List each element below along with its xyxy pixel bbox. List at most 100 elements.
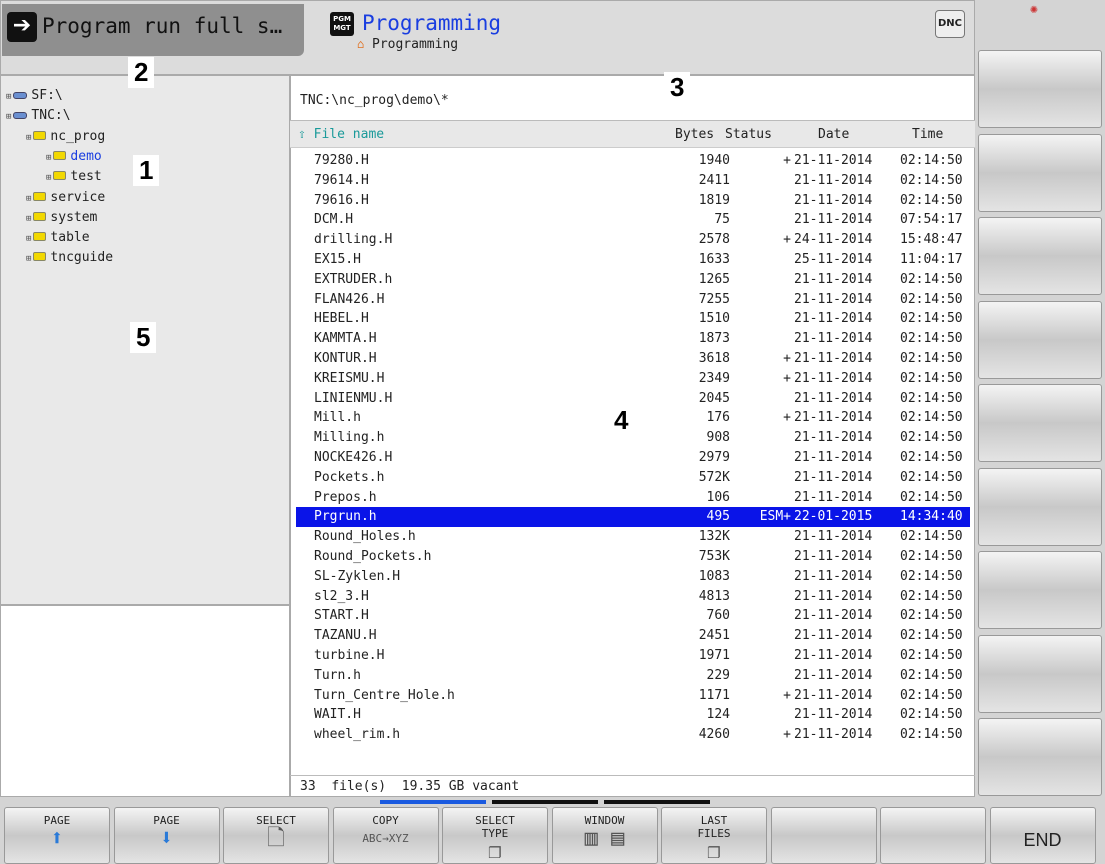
- vertical-softkey-2[interactable]: [978, 133, 1102, 212]
- file-row[interactable]: NOCKE426.H 2979 21-11-2014 02:14:50: [296, 448, 970, 468]
- file-name: sl2_3.H: [314, 588, 369, 604]
- file-row[interactable]: drilling.H 2578 +24-11-2014 15:48:47: [296, 230, 970, 250]
- vertical-softkey-1[interactable]: [978, 50, 1102, 128]
- softkey-copy-3[interactable]: COPY ABC→XYZ: [332, 807, 439, 864]
- vertical-softkey-8[interactable]: [978, 634, 1102, 713]
- file-row[interactable]: START.H 760 21-11-2014 02:14:50: [296, 606, 970, 626]
- file-bytes: 75: [714, 212, 730, 228]
- vertical-softkey-9[interactable]: [978, 718, 1102, 796]
- folder-icon: [53, 171, 67, 181]
- softkey-empty-8[interactable]: [880, 807, 986, 864]
- callout-5: 5: [130, 322, 157, 353]
- vertical-softkey-4[interactable]: [978, 300, 1102, 379]
- expand-icon[interactable]: ⊞: [26, 254, 31, 264]
- file-row[interactable]: HEBEL.H 1510 21-11-2014 02:14:50: [296, 309, 970, 329]
- col-time[interactable]: Time: [912, 127, 943, 142]
- dnc-button[interactable]: DNC: [935, 10, 965, 38]
- tree-item-ncprog[interactable]: ⊞ nc_prog: [26, 129, 105, 144]
- tree-item-demo[interactable]: ⊞ demo: [46, 149, 102, 164]
- mode-left-label: Program run full s…: [42, 14, 283, 38]
- file-row[interactable]: EX15.H 1633 25-11-2014 11:04:17: [296, 250, 970, 270]
- file-row[interactable]: 79616.H 1819 21-11-2014 02:14:50: [296, 191, 970, 211]
- softkey-empty-7[interactable]: [770, 807, 877, 864]
- file-date: 21-11-2014: [794, 172, 873, 188]
- expand-icon[interactable]: ⊞: [26, 194, 31, 204]
- tree-item-table[interactable]: ⊞ table: [26, 230, 90, 245]
- vertical-softkey-6[interactable]: [978, 467, 1102, 546]
- file-row[interactable]: Turn.h 229 21-11-2014 02:14:50: [296, 666, 970, 686]
- file-row[interactable]: wheel_rim.h 4260 +21-11-2014 02:14:50: [296, 725, 970, 745]
- file-date: 21-11-2014: [794, 568, 873, 584]
- file-row[interactable]: 79280.H 1940 +21-11-2014 02:14:50: [296, 151, 970, 171]
- file-row[interactable]: Round_Holes.h 132K 21-11-2014 02:14:50: [296, 527, 970, 547]
- expand-icon[interactable]: ⊞: [26, 214, 31, 224]
- file-row[interactable]: Pockets.h 572K 21-11-2014 02:14:50: [296, 468, 970, 488]
- col-status[interactable]: Status: [725, 127, 772, 142]
- file-row[interactable]: KONTUR.H 3618 +21-11-2014 02:14:50: [296, 349, 970, 369]
- tree-item-system[interactable]: ⊞ system: [26, 210, 97, 225]
- exit-arrow-icon: ➔: [7, 12, 37, 42]
- expand-icon[interactable]: ⊞: [46, 153, 51, 163]
- softkey-select-2[interactable]: SELECT 🗋: [223, 807, 329, 864]
- file-time: 11:04:17: [900, 252, 963, 267]
- vertical-softkey-3[interactable]: [978, 217, 1102, 295]
- file-date: 21-11-2014: [794, 410, 873, 426]
- file-row[interactable]: EXTRUDER.h 1265 21-11-2014 02:14:50: [296, 270, 970, 290]
- tree-item-service[interactable]: ⊞ service: [26, 190, 105, 205]
- file-row[interactable]: KREISMU.H 2349 +21-11-2014 02:14:50: [296, 369, 970, 389]
- col-bytes[interactable]: Bytes: [675, 127, 714, 142]
- file-row[interactable]: Round_Pockets.h 753K 21-11-2014 02:14:50: [296, 547, 970, 567]
- file-row[interactable]: SL-Zyklen.H 1083 21-11-2014 02:14:50: [296, 567, 970, 587]
- vertical-softkey-5[interactable]: [978, 384, 1102, 462]
- col-name[interactable]: ⇧ File name: [298, 127, 384, 142]
- clock-icon: ✺: [1030, 2, 1038, 17]
- expand-icon[interactable]: ⊞: [6, 92, 11, 102]
- file-row[interactable]: WAIT.H 124 21-11-2014 02:14:50: [296, 705, 970, 725]
- file-row[interactable]: KAMMTA.H 1873 21-11-2014 02:14:50: [296, 329, 970, 349]
- callout-4: 4: [608, 405, 635, 436]
- expand-icon[interactable]: ⊞: [26, 234, 31, 244]
- expand-icon[interactable]: ⊞: [26, 133, 31, 143]
- callout-2: 2: [128, 57, 155, 88]
- vertical-softkey-7[interactable]: [978, 551, 1102, 629]
- file-time: 02:14:50: [900, 568, 963, 584]
- file-name: LINIENMU.H: [314, 390, 393, 406]
- expand-icon[interactable]: ⊞: [6, 112, 11, 122]
- softkey-select-4[interactable]: SELECT TYPE ❐: [442, 807, 548, 864]
- file-name: KAMMTA.H: [314, 331, 377, 347]
- file-row[interactable]: Prgrun.h 495 ESM+ 22-01-2015 14:34:40: [296, 507, 970, 528]
- file-date: 21-11-2014: [794, 489, 873, 505]
- file-name: 79616.H: [314, 192, 369, 208]
- tree-item-tnc[interactable]: ⊞ TNC:\: [6, 108, 71, 123]
- file-date: 21-11-2014: [794, 212, 873, 228]
- file-row[interactable]: 79614.H 2411 21-11-2014 02:14:50: [296, 171, 970, 191]
- file-row[interactable]: sl2_3.H 4813 21-11-2014 02:14:50: [296, 587, 970, 607]
- file-row[interactable]: FLAN426.H 7255 21-11-2014 02:14:50: [296, 290, 970, 310]
- col-date[interactable]: Date: [818, 127, 849, 142]
- file-bytes: 3618: [698, 351, 730, 366]
- expand-icon[interactable]: ⊞: [46, 173, 51, 183]
- softkey-page-0[interactable]: PAGE ⬆: [4, 807, 110, 864]
- file-row[interactable]: turbine.H 1971 21-11-2014 02:14:50: [296, 646, 970, 666]
- file-row[interactable]: Prepos.h 106 21-11-2014 02:14:50: [296, 488, 970, 508]
- file-row[interactable]: TAZANU.H 2451 21-11-2014 02:14:50: [296, 626, 970, 646]
- file-bytes: 229: [706, 667, 730, 683]
- softkey-last-6[interactable]: LAST FILES ❐: [661, 807, 767, 864]
- file-date: 21-11-2014: [794, 192, 873, 208]
- file-bytes: 495: [706, 509, 730, 525]
- tree-item-test[interactable]: ⊞ test: [46, 169, 102, 184]
- mode-program-run[interactable]: ➔ Program run full s…: [2, 4, 304, 56]
- tree-item-label: SF:\: [31, 88, 63, 103]
- file-row[interactable]: DCM.H 75 21-11-2014 07:54:17: [296, 210, 970, 230]
- file-time: 02:14:50: [900, 192, 963, 208]
- file-row[interactable]: Turn_Centre_Hole.h 1171 +21-11-2014 02:14:5…: [296, 686, 970, 706]
- softkey-window-5[interactable]: WINDOW ▥ ▤: [551, 807, 658, 864]
- arrow-up-icon: ⬆: [50, 826, 64, 851]
- folder-icon: [33, 232, 47, 242]
- softkey-end-9[interactable]: END: [989, 807, 1096, 864]
- file-bytes: 1971: [698, 648, 730, 663]
- tree-item-tncguide[interactable]: ⊞ tncguide: [26, 250, 113, 265]
- tree-item-sf[interactable]: ⊞ SF:\: [6, 88, 63, 103]
- file-time: 15:48:47: [900, 232, 963, 248]
- softkey-page-1[interactable]: PAGE ⬇: [113, 807, 220, 864]
